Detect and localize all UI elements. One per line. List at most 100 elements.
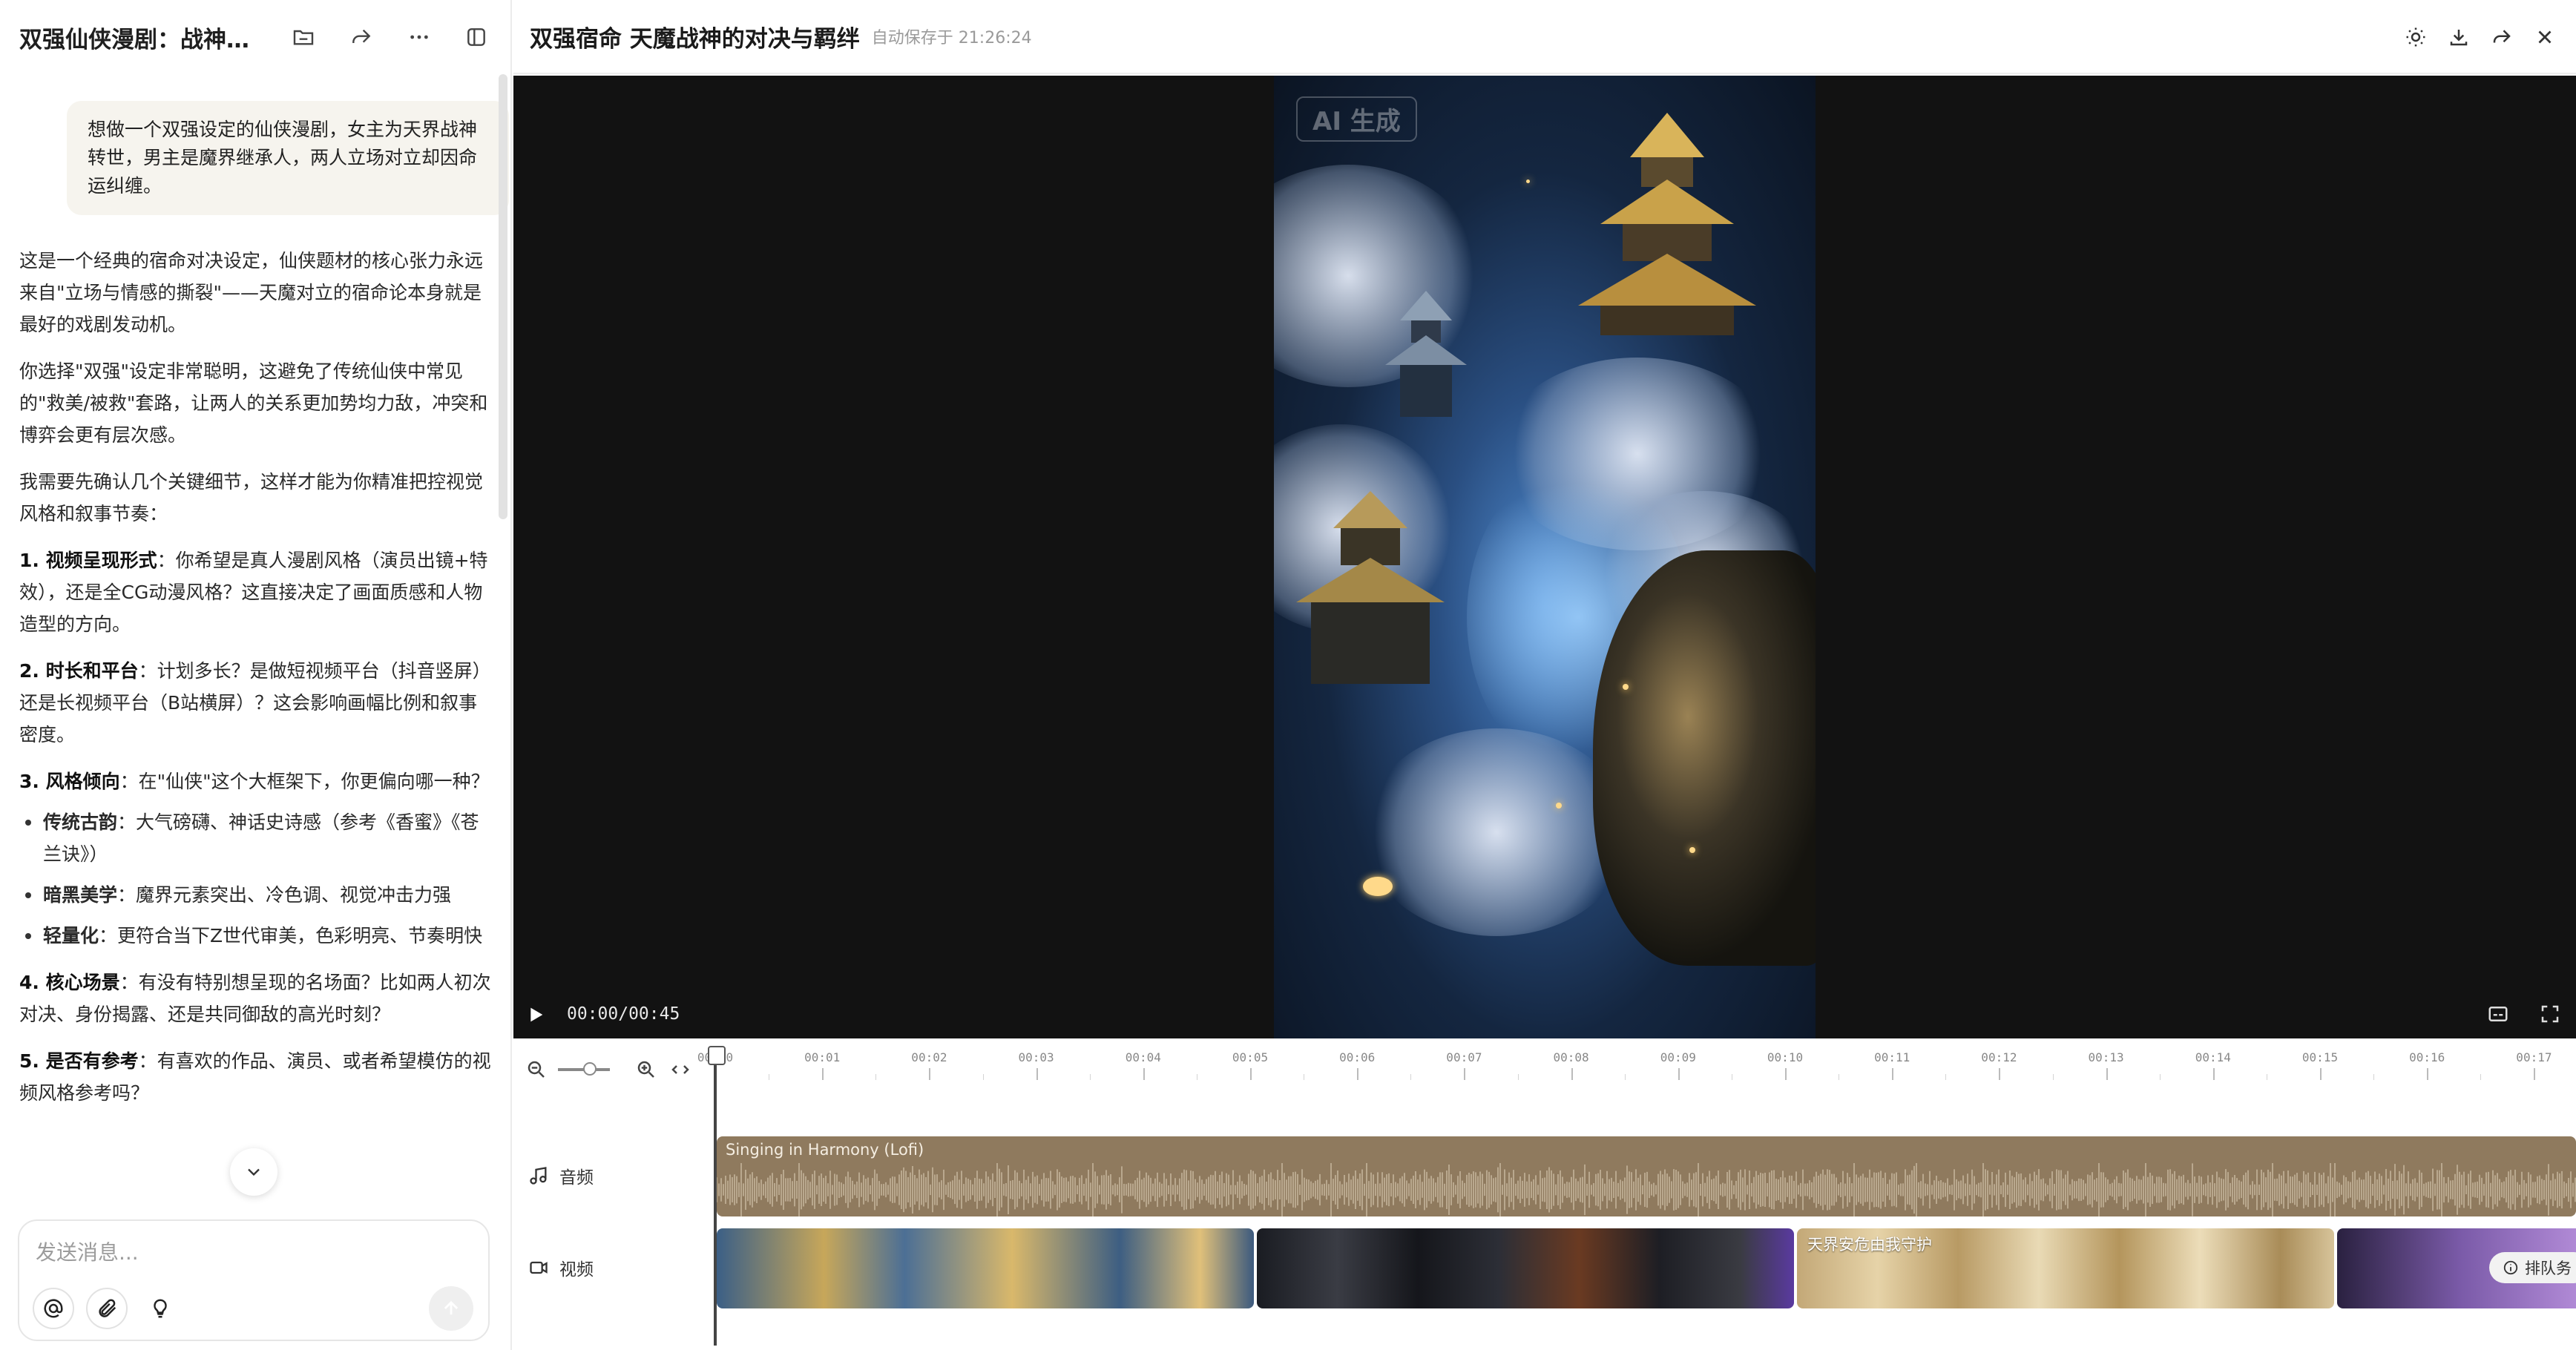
ruler-tick-label: 00:13 xyxy=(2088,1050,2124,1064)
editor-actions xyxy=(2389,21,2561,53)
bullet-head: 传统古韵 xyxy=(43,811,118,833)
ruler-tick xyxy=(1357,1068,1359,1080)
message-composer xyxy=(18,1219,490,1341)
zoom-in-icon[interactable] xyxy=(635,1058,657,1081)
video-clip-name: 天界安危由我守护 xyxy=(1807,1236,1932,1254)
bullet-item: 暗黑美学：魔界元素突出、冷色调、视觉冲击力强 xyxy=(19,879,493,911)
spark xyxy=(1526,180,1530,183)
idea-button[interactable] xyxy=(139,1288,181,1329)
queue-status-badge[interactable]: 排队务 xyxy=(2489,1252,2576,1283)
ruler-tick-label: 00:09 xyxy=(1660,1050,1696,1064)
question-head: 4. 核心场景 xyxy=(19,972,120,993)
chat-panel: 双强仙侠漫剧：战神魔… 想做一个双强设定的仙侠漫剧，女主为天界战神转世，男主是魔… xyxy=(0,0,512,1350)
audio-clip-name: Singing in Harmony (Lofi) xyxy=(726,1141,924,1159)
question-head: 2. 时长和平台 xyxy=(19,660,139,682)
ruler-tick xyxy=(929,1068,931,1080)
app: 双强仙侠漫剧：战神魔… 想做一个双强设定的仙侠漫剧，女主为天界战神转世，男主是魔… xyxy=(0,0,2576,1350)
video-track-name: 视频 xyxy=(559,1260,594,1280)
ruler-tick xyxy=(1464,1068,1466,1080)
bullet-body: ：魔界元素突出、冷色调、视觉冲击力强 xyxy=(117,884,452,906)
video-camera-icon xyxy=(530,1261,548,1274)
bullet-head: 轻量化 xyxy=(43,925,99,946)
play-icon[interactable] xyxy=(524,1003,548,1027)
ruler-subtick xyxy=(1624,1074,1626,1080)
music-note-icon xyxy=(530,1167,547,1185)
ruler-tick-label: 00:06 xyxy=(1339,1050,1376,1064)
ruler-subtick xyxy=(1410,1074,1412,1080)
close-icon[interactable] xyxy=(2529,21,2561,53)
spark xyxy=(1623,684,1629,690)
download-icon[interactable] xyxy=(2442,21,2475,53)
audio-clip[interactable]: Singing in Harmony (Lofi) xyxy=(717,1136,2576,1216)
zoom-slider-knob[interactable] xyxy=(583,1062,597,1076)
chat-messages: 想做一个双强设定的仙侠漫剧，女主为天界战神转世，男主是魔界继承人，两人立场对立却… xyxy=(0,74,512,1209)
fullscreen-icon[interactable] xyxy=(2539,1003,2566,1030)
ruler-subtick xyxy=(2052,1074,2054,1080)
assistant-paragraph: 我需要先确认几个关键细节，这样才能为你精准把控视觉风格和叙事节奏： xyxy=(19,471,484,524)
ruler-tick xyxy=(1892,1068,1894,1080)
video-clip[interactable]: 天界安危由我守护 xyxy=(1797,1228,2334,1308)
ruler-subtick xyxy=(875,1074,877,1080)
queue-status-text: 排队务 xyxy=(2525,1260,2572,1277)
pagoda-illustration xyxy=(1385,291,1467,417)
project-title: 双强宿命 天魔战神的对决与羁绊 xyxy=(530,25,860,53)
brightness-icon[interactable] xyxy=(2399,21,2432,53)
ai-generated-badge: AI 生成 xyxy=(1296,96,1417,142)
bullet-item: 传统古韵：大气磅礴、神话史诗感（参考《香蜜》《苍兰诀》） xyxy=(19,806,493,870)
spark xyxy=(1689,847,1695,853)
ruler-tick xyxy=(822,1068,824,1080)
ruler-tick-label: 00:15 xyxy=(2301,1050,2339,1064)
sidebar-toggle-icon[interactable] xyxy=(460,21,493,53)
ruler-tick xyxy=(2427,1068,2429,1080)
scroll-to-bottom-button[interactable] xyxy=(230,1148,277,1196)
message-input[interactable] xyxy=(36,1237,466,1267)
folder-icon[interactable] xyxy=(287,21,320,53)
assistant-paragraph: 这是一个经典的宿命对决设定，仙侠题材的核心张力永远来自"立场与情感的撕裂"——天… xyxy=(19,250,484,335)
send-button[interactable] xyxy=(429,1286,473,1331)
more-icon[interactable] xyxy=(403,21,436,53)
chevron-down-icon xyxy=(248,1168,260,1176)
subtitle-icon[interactable] xyxy=(2487,1003,2514,1030)
playback-time: 00:00/00:45 xyxy=(567,1004,680,1024)
zoom-slider[interactable] xyxy=(558,1062,610,1076)
mountain-palace-illustration xyxy=(1296,491,1445,684)
spark xyxy=(1556,803,1562,809)
video-clip[interactable] xyxy=(1257,1228,1794,1308)
mention-button[interactable] xyxy=(33,1288,74,1329)
video-player[interactable]: AI 生成 00:00/00:45 xyxy=(513,76,2576,1038)
ruler-tick-label: 00:04 xyxy=(1125,1050,1161,1064)
timeline-zoom-controls xyxy=(525,1055,691,1084)
question-item: 4. 核心场景：有没有特别想呈现的名场面？比如两人初次对决、身份揭露、还是共同御… xyxy=(19,967,493,1030)
ruler-tick xyxy=(2212,1068,2215,1080)
timeline-ruler[interactable]: 00:0000:0100:0200:0300:0400:0500:0600:07… xyxy=(697,1044,2576,1089)
video-clip[interactable] xyxy=(717,1228,1254,1308)
ruler-tick-label: 00:02 xyxy=(911,1050,947,1064)
ruler-tick-label: 00:07 xyxy=(1446,1050,1482,1064)
armored-warrior-figure xyxy=(1593,550,1816,966)
audio-waveform xyxy=(717,1163,2576,1216)
video-clip[interactable]: 排队务 xyxy=(2337,1228,2576,1308)
ruler-tick-label: 00:12 xyxy=(1981,1050,2017,1064)
bullet-head: 暗黑美学 xyxy=(43,884,118,906)
share-icon[interactable] xyxy=(345,21,378,53)
share-icon[interactable] xyxy=(2485,21,2518,53)
ruler-tick-label: 00:05 xyxy=(1232,1050,1269,1064)
attach-button[interactable] xyxy=(86,1288,128,1329)
user-message: 想做一个双强设定的仙侠漫剧，女主为天界战神转世，男主是魔界继承人，两人立场对立却… xyxy=(67,101,509,215)
autosave-status: 自动保存于 21:26:24 xyxy=(871,29,1032,47)
audio-track-label: 音频 xyxy=(528,1163,594,1188)
ruler-subtick xyxy=(2373,1074,2375,1080)
video-track-label: 视频 xyxy=(528,1255,594,1280)
audio-track-name: 音频 xyxy=(559,1168,594,1188)
bullet-item: 轻量化：更符合当下Z世代审美，色彩明亮、节奏明快 xyxy=(19,920,493,952)
ruler-tick xyxy=(1571,1068,1573,1080)
chat-scrollbar[interactable] xyxy=(499,74,507,519)
ruler-tick-label: 00:14 xyxy=(2195,1050,2231,1064)
ruler-tick xyxy=(2320,1068,2322,1080)
lightbulb-icon xyxy=(154,1299,167,1318)
fit-timeline-icon[interactable] xyxy=(669,1058,691,1081)
ruler-tick xyxy=(1143,1068,1145,1080)
zoom-out-icon[interactable] xyxy=(525,1058,548,1081)
question-item: 1. 视频呈现形式：你希望是真人漫剧风格（演员出镜+特效），还是全CG动漫风格？… xyxy=(19,544,493,640)
editor-panel: 双强宿命 天魔战神的对决与羁绊 自动保存于 21:26:24 AI 生成 00:… xyxy=(513,0,2576,1350)
